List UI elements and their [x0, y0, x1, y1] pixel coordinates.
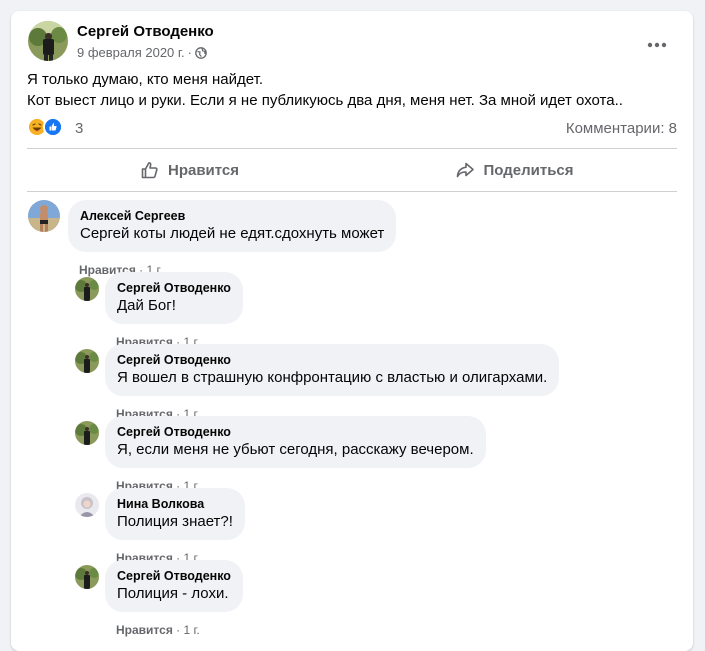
- comment-bubble: Сергей Отводенко Я, если меня не убьют с…: [105, 416, 486, 468]
- commenter-avatar[interactable]: [75, 349, 99, 373]
- like-button-label: Нравится: [167, 161, 240, 179]
- post-actions: Нравится Поделиться: [27, 150, 677, 190]
- post-meta: 9 февраля 2020 г. ·: [77, 45, 207, 62]
- more-options-button[interactable]: [639, 27, 675, 63]
- comment-text: Я вошел в страшную конфронтацию с власть…: [117, 369, 548, 386]
- post-text-line: Кот выест лицо и руки. Если я не публику…: [27, 92, 623, 109]
- commenter-name[interactable]: Сергей Отводенко: [117, 568, 231, 584]
- share-button-label: Поделиться: [483, 161, 574, 179]
- post-date[interactable]: 9 февраля 2020 г.: [77, 45, 185, 60]
- commenter-avatar[interactable]: [75, 421, 99, 445]
- like-button[interactable]: Нравится: [27, 150, 352, 190]
- commenter-name[interactable]: Сергей Отводенко: [117, 280, 231, 296]
- comment-meta: Нравится · 1 г.: [116, 623, 200, 637]
- comment-bubble: Алексей Сергеев Сергей коты людей не едя…: [68, 200, 397, 252]
- divider: [27, 148, 677, 149]
- comment-text: Дай Бог!: [117, 297, 176, 314]
- commenter-name[interactable]: Сергей Отводенко: [117, 352, 547, 368]
- comment-bubble: Сергей Отводенко Полиция - лохи.: [105, 560, 243, 612]
- comment-like-link[interactable]: Нравится: [116, 623, 173, 637]
- comment-text: Сергей коты людей не едят.сдохнуть может: [80, 225, 385, 242]
- share-arrow-icon: [457, 162, 475, 178]
- share-button[interactable]: Поделиться: [352, 150, 677, 190]
- comment-text: Полиция знает?!: [117, 513, 233, 530]
- commenter-avatar[interactable]: [28, 200, 60, 232]
- post-header: Сергей Отводенко 9 февраля 2020 г. ·: [28, 21, 683, 65]
- post-text-line: Я только думаю, кто меня найдет.: [27, 71, 263, 88]
- commenter-name[interactable]: Сергей Отводенко: [117, 424, 474, 440]
- more-dots-icon: [647, 42, 667, 48]
- reaction-count[interactable]: 3: [75, 120, 83, 137]
- comment-bubble: Сергей Отводенко Я вошел в страшную конф…: [105, 344, 560, 396]
- comment-text: Полиция - лохи.: [117, 585, 229, 602]
- commenter-avatar[interactable]: [75, 277, 99, 301]
- thumbs-up-icon: [141, 162, 158, 179]
- commenter-name[interactable]: Нина Волкова: [117, 496, 233, 512]
- comment-bubble: Нина Волкова Полиция знает?!: [105, 488, 245, 540]
- comment-bubble: Сергей Отводенко Дай Бог!: [105, 272, 243, 324]
- author-avatar[interactable]: [28, 21, 68, 61]
- comment-time[interactable]: 1 г.: [184, 623, 200, 637]
- post-text: Я только думаю, кто меня найдет. Кот вые…: [27, 69, 623, 111]
- commenter-avatar[interactable]: [75, 565, 99, 589]
- commenter-name[interactable]: Алексей Сергеев: [80, 208, 384, 224]
- comments-count[interactable]: Комментарии: 8: [566, 120, 677, 137]
- like-reaction-icon: [43, 117, 63, 137]
- reactions-summary: 3 Комментарии: 8: [27, 117, 677, 139]
- commenter-avatar[interactable]: [75, 493, 99, 517]
- globe-icon[interactable]: [195, 47, 207, 62]
- post-author-name[interactable]: Сергей Отводенко: [77, 23, 214, 40]
- divider: [27, 191, 677, 192]
- comment-text: Я, если меня не убьют сегодня, расскажу …: [117, 441, 474, 458]
- meta-separator: ·: [187, 45, 193, 60]
- post-card: Сергей Отводенко 9 февраля 2020 г. · Я то…: [11, 11, 693, 651]
